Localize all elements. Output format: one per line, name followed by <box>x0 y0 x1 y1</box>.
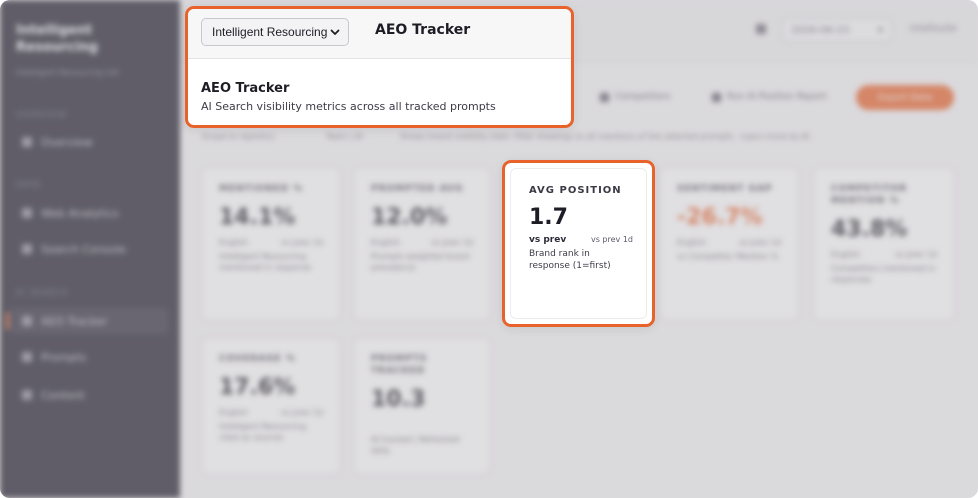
chevron-down-icon <box>330 29 340 35</box>
metric-prev: vs prev 1d <box>430 238 473 247</box>
avg-position-card[interactable]: AVG POSITION 1.7 vs prev vs prev 1d Bran… <box>510 168 647 319</box>
play-icon <box>712 92 721 102</box>
metric-description: Brand rank in response (1=first) <box>529 249 611 271</box>
metric-label: SENTIMENT GAP <box>677 184 773 194</box>
metric-label: COMPETITOR MENTION % <box>831 184 908 206</box>
metric-card: PROMPTED AVG 12.0% English vs prev 1d Pro… <box>354 168 490 320</box>
date-value: 2026-06-23 <box>791 24 850 36</box>
metric-value: 43.8% <box>831 217 908 242</box>
metric-prev: vs prev 1d <box>894 250 937 259</box>
metric-value: 14.1% <box>219 205 296 230</box>
metric-card: MENTIONED % 14.1% English vs prev 1d Inte… <box>202 168 340 320</box>
filter-note: Shows brand visibility stats. Filter dra… <box>400 132 810 141</box>
metric-compare: English <box>371 238 400 247</box>
chart-icon <box>22 208 32 218</box>
competitors-button[interactable]: Competitors <box>600 86 670 108</box>
sidebar-item-label: Search Console <box>41 242 126 256</box>
page-subtitle: AI Search visibility metrics across all … <box>201 100 496 113</box>
sidebar-section-ai-search: AI SEARCH <box>16 288 68 297</box>
export-button[interactable]: Export Data <box>856 85 954 110</box>
metric-card: SENTIMENT GAP -26.7% English vs prev 1d v… <box>660 168 798 320</box>
sidebar-section-overview: OVERVIEW <box>16 110 67 119</box>
competitors-label: Competitors <box>615 92 671 102</box>
sidebar-item-label: Content <box>41 388 85 402</box>
metric-description: Intelligent Resourcing cited as sources <box>219 422 307 442</box>
workspace-select-value: Intelligent Resourcing <box>212 25 328 39</box>
chat-icon <box>22 352 32 362</box>
grid-icon <box>22 137 32 147</box>
document-icon <box>22 390 32 400</box>
metric-prev: vs prev 1d <box>280 238 323 247</box>
metric-value: 1.7 <box>529 205 568 230</box>
metric-description: vs Competitor Mention % <box>677 252 779 261</box>
users-icon <box>600 92 609 102</box>
page-title: AEO Tracker <box>201 81 290 96</box>
metric-label: PROMPTED AVG <box>371 184 464 194</box>
avg-position-highlight: AVG POSITION 1.7 vs prev vs prev 1d Bran… <box>502 160 655 327</box>
header-title: AEO Tracker <box>375 22 471 38</box>
metric-prev: vs prev 1d <box>280 408 323 417</box>
bell-icon[interactable] <box>756 24 766 34</box>
brand-name: Intelligent Resourcing <box>16 23 98 55</box>
header-bar: Intelligent Resourcing AEO Tracker <box>188 9 571 59</box>
filter-label: Scope to report(s) <box>202 132 275 141</box>
metric-compare: English <box>219 238 248 247</box>
metric-prev: vs prev 1d <box>738 238 781 247</box>
metric-card: COMPETITOR MENTION % 43.8% English vs pre… <box>814 168 954 320</box>
metric-card: COVERAGE % 17.6% English vs prev 1d Intel… <box>202 338 340 474</box>
sidebar-item-label: AEO Tracker <box>41 314 108 328</box>
metric-description: AI tracked | Refreshed daily <box>371 435 460 455</box>
sidebar-item-aeo-tracker[interactable]: AEO Tracker <box>6 308 168 334</box>
sidebar-item-label: Prompts <box>41 350 87 364</box>
metric-label: PROMPTS TRACKED <box>371 354 428 376</box>
target-icon <box>22 316 32 326</box>
sidebar-item-content[interactable]: Content <box>10 382 168 408</box>
metric-card: PROMPTS TRACKED 10.3 AI tracked | Refres… <box>354 338 490 474</box>
metric-compare: English <box>831 250 860 259</box>
metric-description: Prompts weighted brand prevalence <box>371 252 470 272</box>
brand-subtitle: Intelligent Resourcing Ltd <box>16 68 119 77</box>
metric-value: 10.3 <box>371 387 426 412</box>
sidebar-item-label: Overview <box>41 135 93 149</box>
metric-value: -26.7% <box>677 205 763 230</box>
metric-label: AVG POSITION <box>529 185 622 196</box>
sidebar-section-data: DATA <box>16 180 41 189</box>
metric-compare: English <box>677 238 706 247</box>
date-picker[interactable]: 2026-06-23 ▾ <box>782 18 892 42</box>
metric-description: Competitors mentioned in responses <box>831 264 936 284</box>
sidebar-item-label: Web Analytics <box>41 206 119 220</box>
metric-value: 12.0% <box>371 205 448 230</box>
run-report-label: Run AI Position Report <box>727 92 827 102</box>
sidebar: Intelligent Resourcing Intelligent Resou… <box>0 0 180 498</box>
user-name[interactable]: Intellisuite <box>910 24 957 34</box>
metric-value: 17.6% <box>219 375 296 400</box>
run-report-button[interactable]: Run AI Position Report <box>712 86 827 108</box>
metric-label: COVERAGE % <box>219 354 296 364</box>
metric-prev: vs prev 1d <box>590 235 633 244</box>
metric-label: MENTIONED % <box>219 184 304 194</box>
metric-compare: vs prev <box>529 235 567 245</box>
workspace-select[interactable]: Intelligent Resourcing <box>201 18 349 46</box>
metric-description: Intelligent Resourcing mentioned in resp… <box>219 252 311 272</box>
metric-compare: English <box>219 408 248 417</box>
sidebar-item-overview[interactable]: Overview <box>10 129 168 155</box>
filter-select[interactable]: Team | AI <box>326 132 363 141</box>
chevron-down-icon: ▾ <box>877 24 883 36</box>
search-icon <box>22 244 32 254</box>
header-highlight: Intelligent Resourcing AEO Tracker AEO T… <box>185 6 574 128</box>
sidebar-item-web-analytics[interactable]: Web Analytics <box>10 200 168 226</box>
app-window: Intelligent Resourcing Intelligent Resou… <box>0 0 978 498</box>
sidebar-item-prompts[interactable]: Prompts <box>10 344 168 370</box>
sidebar-item-search-console[interactable]: Search Console <box>10 236 168 262</box>
